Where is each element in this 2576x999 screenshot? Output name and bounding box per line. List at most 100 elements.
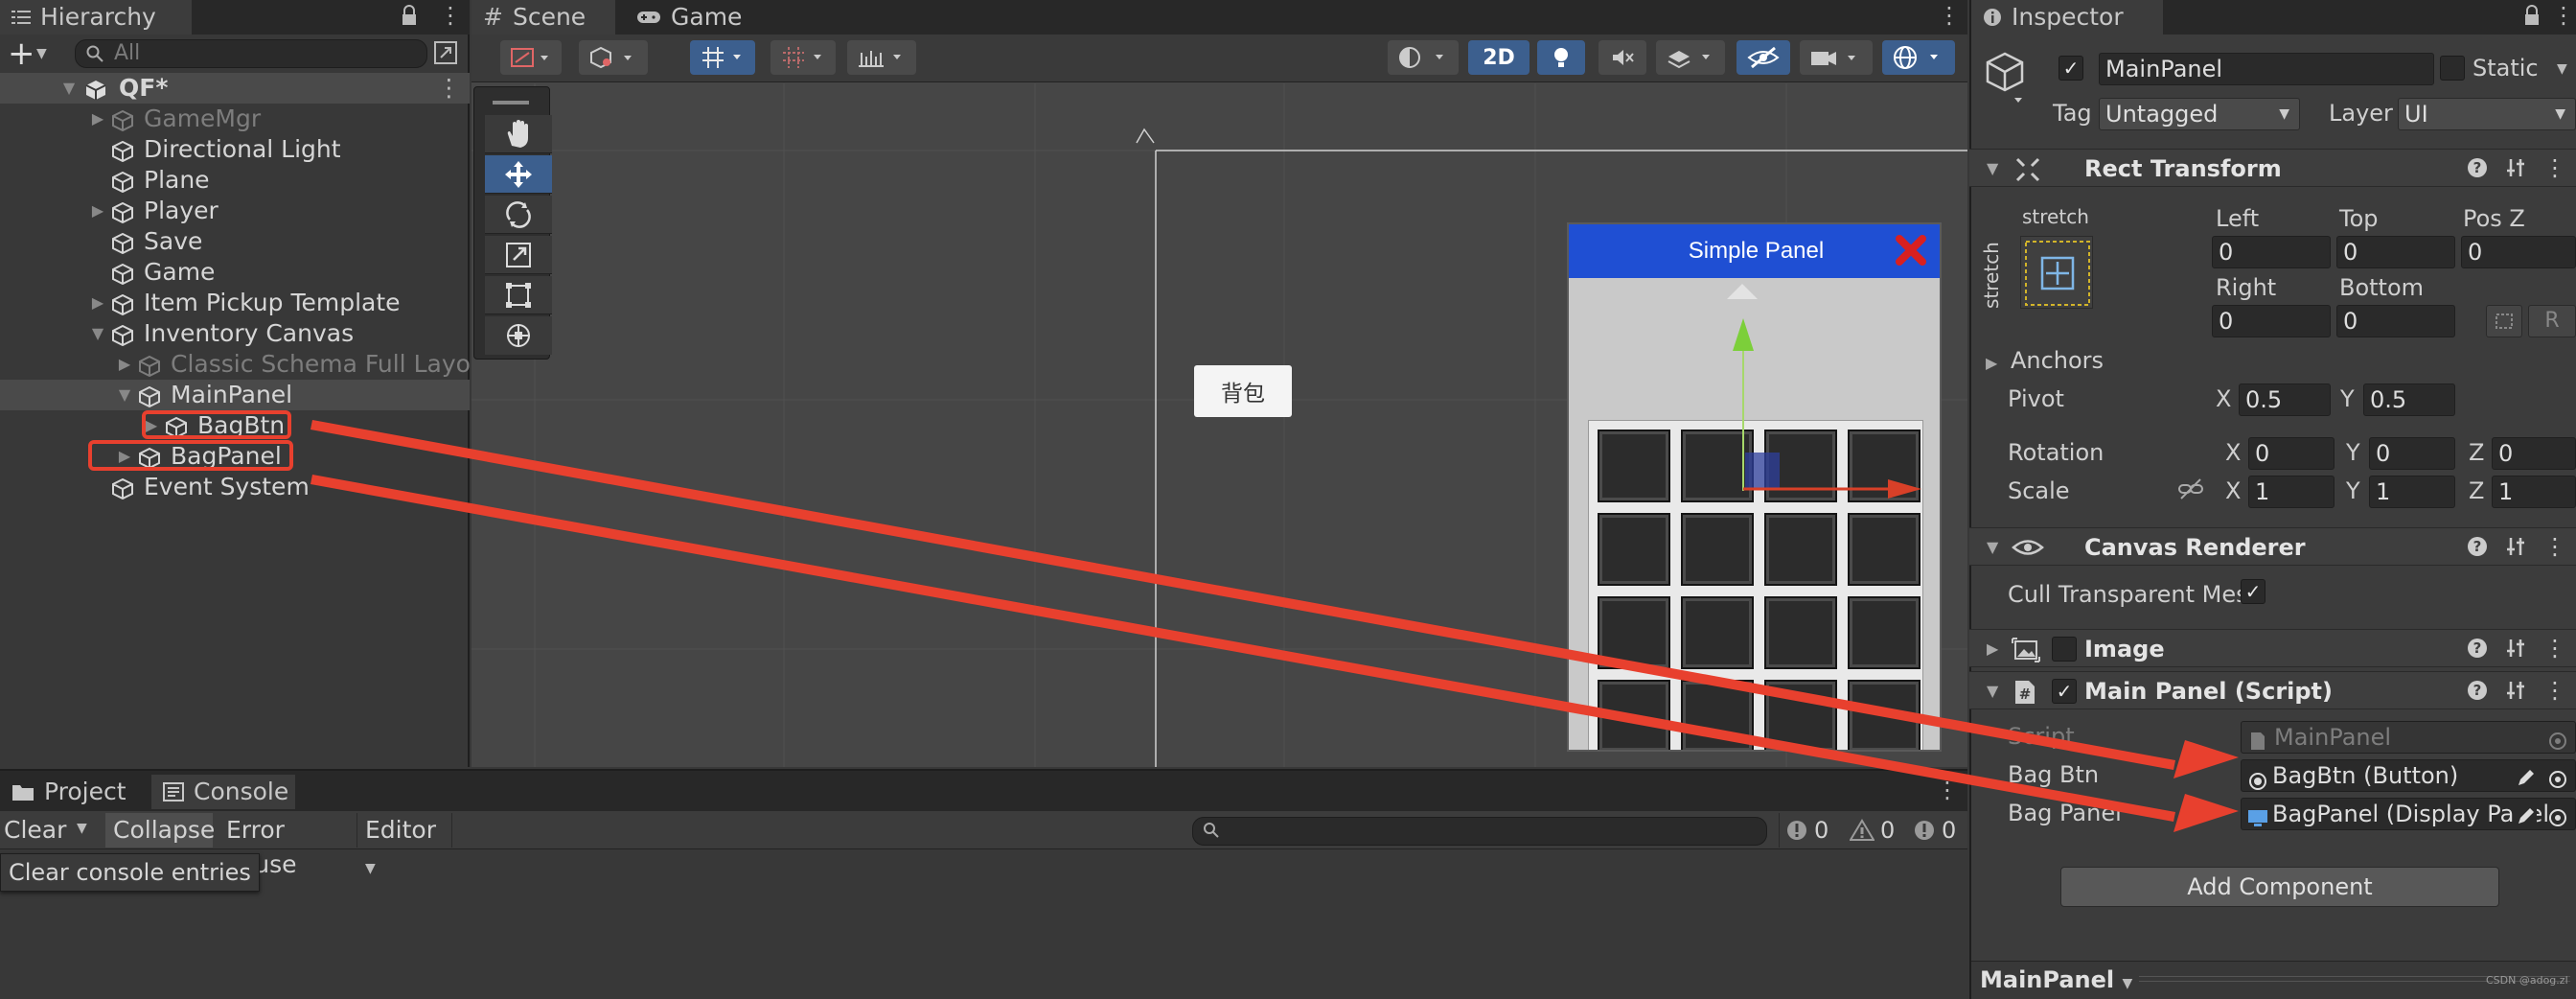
anchors-foldout[interactable]: ▶ Anchors [1986, 347, 2104, 374]
rotation-z-field[interactable]: 0 [2492, 437, 2576, 470]
scale-tool[interactable] [485, 236, 552, 274]
error-count-toggle[interactable]: 0 [1907, 813, 1966, 848]
bagpanel-reference-field[interactable]: BagPanel (Display Panel [2241, 798, 2576, 830]
anchor-presets-button[interactable] [2020, 236, 2093, 309]
raw-edit-button[interactable]: R [2528, 305, 2576, 337]
main-panel-script-header[interactable]: ▼ # ✓ Main Panel (Script) ? ⋮ [1969, 671, 2576, 709]
hierarchy-item-plane[interactable]: Plane [0, 165, 470, 196]
presets-icon[interactable] [2505, 638, 2526, 659]
cull-transparent-checkbox[interactable]: ✓ [2241, 579, 2266, 604]
gizmo-object-dropdown[interactable] [579, 40, 648, 75]
fold-arrow-icon[interactable]: ▼ [1987, 528, 1998, 567]
move-gizmo[interactable] [1698, 278, 1947, 508]
presets-icon[interactable] [2505, 536, 2526, 557]
scene-root-row[interactable]: ▼ QF* ⋮ [0, 73, 470, 104]
blueprint-mode-button[interactable] [2486, 305, 2522, 337]
kebab-menu-icon[interactable]: ⋮ [2543, 535, 2566, 558]
presets-icon[interactable] [2505, 680, 2526, 701]
kebab-menu-icon[interactable]: ⋮ [2552, 2, 2575, 29]
hierarchy-item-game[interactable]: Game [0, 257, 470, 288]
fold-arrow-icon[interactable]: ▼ [1987, 672, 1998, 710]
inventory-slot[interactable] [1848, 680, 1920, 750]
add-component-button[interactable]: Add Component [2060, 867, 2499, 907]
kebab-menu-icon[interactable]: ⋮ [439, 2, 462, 29]
active-checkbox[interactable]: ✓ [2058, 56, 2083, 81]
help-icon[interactable]: ? [2467, 680, 2488, 701]
grid-snap-toggle[interactable] [690, 40, 755, 75]
inventory-slot[interactable] [1681, 513, 1754, 586]
pivot-x-field[interactable]: 0.5 [2239, 383, 2331, 416]
lighting-toggle[interactable] [1537, 40, 1585, 75]
bagbtn-reference-field[interactable]: BagBtn (Button) [2241, 759, 2576, 792]
inventory-slot[interactable] [1598, 680, 1670, 750]
hand-tool[interactable] [485, 115, 552, 153]
image-enabled-checkbox[interactable] [2052, 637, 2077, 662]
hierarchy-item-event-system[interactable]: Event System [0, 472, 470, 502]
clear-options-dropdown-icon[interactable]: ▼ [77, 821, 87, 836]
shading-dropdown[interactable] [1388, 40, 1459, 75]
increment-snap-dropdown[interactable] [770, 40, 836, 75]
bottom-field[interactable]: 0 [2336, 305, 2455, 337]
constrain-proportions-icon[interactable] [2177, 477, 2204, 506]
posz-field[interactable]: 0 [2461, 236, 2576, 268]
pencil-icon[interactable] [2516, 803, 2537, 829]
close-icon[interactable] [1895, 234, 1927, 272]
effects-dropdown[interactable] [1656, 40, 1725, 75]
draw-mode-dropdown[interactable] [500, 40, 562, 75]
pencil-icon[interactable] [2516, 765, 2537, 796]
object-picker-icon[interactable] [2548, 804, 2567, 829]
canvas-renderer-header[interactable]: ▼ Canvas Renderer ? ⋮ [1969, 527, 2576, 566]
help-icon[interactable]: ? [2467, 536, 2488, 557]
inventory-slot[interactable] [1848, 513, 1920, 586]
collapse-button[interactable]: Collapse [105, 813, 215, 848]
move-tool[interactable] [485, 155, 552, 194]
hierarchy-search-input[interactable]: All [75, 39, 427, 68]
rect-tool[interactable] [485, 276, 552, 314]
tag-dropdown[interactable]: Untagged ▼ [2099, 98, 2300, 130]
console-search-input[interactable] [1192, 817, 1767, 846]
palette-grip[interactable] [493, 101, 529, 105]
pivot-y-field[interactable]: 0.5 [2363, 383, 2455, 416]
object-name-field[interactable]: MainPanel [2099, 53, 2434, 85]
transform-tool[interactable] [485, 316, 552, 355]
inventory-slot[interactable] [1764, 513, 1837, 586]
lock-icon[interactable] [2523, 5, 2541, 26]
right-field[interactable]: 0 [2212, 305, 2331, 337]
hierarchy-item-classic-schema[interactable]: ▶ Classic Schema Full Layout [0, 349, 495, 380]
hierarchy-item-save[interactable]: Save [0, 226, 470, 257]
hierarchy-item-inventory-canvas[interactable]: ▼ Inventory Canvas [0, 318, 470, 349]
preview-object-dropdown[interactable]: MainPanel ▼ [1980, 963, 2132, 997]
hierarchy-item-gamemgr[interactable]: ▶ GameMgr [0, 104, 470, 134]
toggle-2d-button[interactable]: 2D [1468, 40, 1530, 75]
tab-console[interactable]: Console [151, 775, 295, 809]
static-dropdown-icon[interactable]: ▼ [2557, 61, 2567, 77]
tab-project[interactable]: Project [0, 775, 144, 809]
script-enabled-checkbox[interactable]: ✓ [2052, 679, 2077, 704]
layer-dropdown[interactable]: UI ▼ [2398, 98, 2576, 130]
inventory-slot[interactable] [1598, 513, 1670, 586]
inventory-slot[interactable] [1764, 680, 1837, 750]
lock-icon[interactable] [401, 5, 418, 26]
tab-scene[interactable]: # Scene [472, 0, 615, 35]
scene-filter-icon[interactable] [433, 40, 458, 65]
add-icon[interactable]: + [8, 35, 35, 73]
rotation-x-field[interactable]: 0 [2248, 437, 2334, 470]
fold-arrow-icon[interactable]: ▶ [115, 349, 134, 380]
rotate-tool[interactable] [485, 196, 552, 234]
tab-game[interactable]: Game [625, 0, 759, 35]
rotation-y-field[interactable]: 0 [2369, 437, 2455, 470]
kebab-menu-icon[interactable]: ⋮ [437, 73, 461, 104]
inventory-slot[interactable] [1848, 596, 1920, 669]
ruler-dropdown[interactable] [847, 40, 916, 75]
fold-arrow-icon[interactable]: ▶ [88, 288, 107, 318]
fold-arrow-icon[interactable]: ▶ [88, 104, 107, 134]
fold-arrow-icon[interactable]: ▶ [1987, 630, 1998, 668]
help-icon[interactable]: ? [2467, 638, 2488, 659]
kebab-menu-icon[interactable]: ⋮ [1936, 777, 1959, 803]
inventory-slot[interactable] [1681, 596, 1754, 669]
kebab-menu-icon[interactable]: ⋮ [1938, 2, 1961, 29]
camera-dropdown[interactable] [1800, 40, 1873, 75]
top-field[interactable]: 0 [2336, 236, 2455, 268]
static-checkbox[interactable] [2440, 56, 2465, 81]
hierarchy-item-player[interactable]: ▶ Player [0, 196, 470, 226]
